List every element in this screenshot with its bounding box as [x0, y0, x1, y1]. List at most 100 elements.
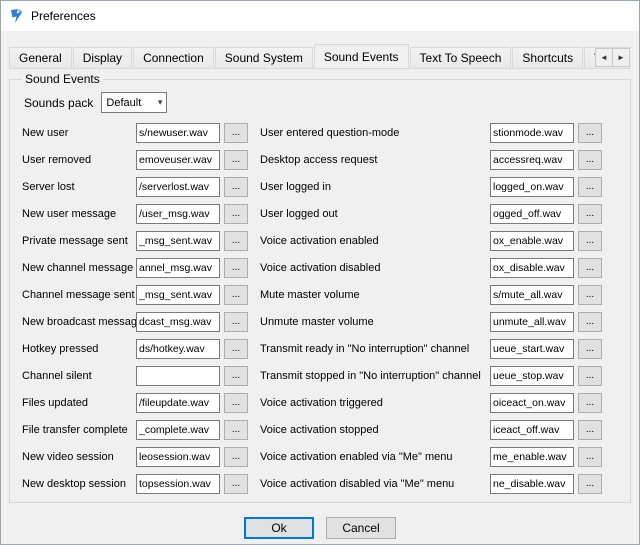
tab-text-to-speech[interactable]: Text To Speech: [410, 47, 512, 68]
sound-file-input[interactable]: [136, 366, 220, 386]
sound-file-input[interactable]: [136, 285, 220, 305]
tab-sound-events[interactable]: Sound Events: [314, 44, 409, 69]
sound-event-label: Unmute master volume: [260, 316, 490, 328]
sound-event-row: New broadcast message...: [22, 312, 248, 332]
sound-file-input[interactable]: [490, 366, 574, 386]
browse-button[interactable]: ...: [224, 204, 248, 224]
sound-file-input[interactable]: [136, 231, 220, 251]
sound-event-row: Voice activation disabled via "Me" menu.…: [260, 474, 602, 494]
browse-button[interactable]: ...: [578, 474, 602, 494]
browse-button[interactable]: ...: [578, 339, 602, 359]
sound-event-label: New channel message: [22, 262, 136, 274]
browse-button[interactable]: ...: [578, 150, 602, 170]
sound-event-row: Unmute master volume...: [260, 312, 602, 332]
browse-button[interactable]: ...: [224, 231, 248, 251]
tab-sound-system[interactable]: Sound System: [215, 47, 313, 68]
sound-file-input[interactable]: [490, 285, 574, 305]
sound-file-input[interactable]: [136, 123, 220, 143]
browse-button[interactable]: ...: [578, 123, 602, 143]
browse-button[interactable]: ...: [578, 312, 602, 332]
sound-file-input[interactable]: [490, 204, 574, 224]
browse-button[interactable]: ...: [224, 366, 248, 386]
sound-file-input[interactable]: [490, 447, 574, 467]
sound-file-input[interactable]: [136, 177, 220, 197]
browse-button[interactable]: ...: [224, 285, 248, 305]
ok-button[interactable]: Ok: [244, 517, 314, 539]
browse-button[interactable]: ...: [578, 231, 602, 251]
sound-file-input[interactable]: [136, 258, 220, 278]
sound-event-label: Voice activation disabled via "Me" menu: [260, 478, 490, 490]
chevron-down-icon: ▾: [158, 97, 163, 108]
sound-event-row: Server lost...: [22, 177, 248, 197]
tab-connection[interactable]: Connection: [133, 47, 214, 68]
browse-button[interactable]: ...: [578, 258, 602, 278]
sound-event-row: Voice activation stopped...: [260, 420, 602, 440]
browse-button[interactable]: ...: [224, 339, 248, 359]
sound-file-input[interactable]: [490, 474, 574, 494]
sound-event-row: Voice activation triggered...: [260, 393, 602, 413]
sound-event-label: Transmit stopped in "No interruption" ch…: [260, 370, 490, 382]
browse-button[interactable]: ...: [578, 177, 602, 197]
browse-button[interactable]: ...: [224, 447, 248, 467]
sound-file-input[interactable]: [136, 339, 220, 359]
browse-button[interactable]: ...: [224, 474, 248, 494]
sound-file-input[interactable]: [490, 231, 574, 251]
sounds-pack-row: Sounds pack Default ▾: [24, 92, 620, 113]
sound-file-input[interactable]: [136, 312, 220, 332]
browse-button[interactable]: ...: [224, 393, 248, 413]
sound-file-input[interactable]: [490, 123, 574, 143]
browse-button[interactable]: ...: [578, 420, 602, 440]
titlebar[interactable]: Preferences: [1, 1, 639, 31]
sound-file-input[interactable]: [136, 447, 220, 467]
sound-event-row: New desktop session...: [22, 474, 248, 494]
browse-button[interactable]: ...: [224, 123, 248, 143]
sound-file-input[interactable]: [490, 393, 574, 413]
sound-event-row: New video session...: [22, 447, 248, 467]
sound-event-label: Voice activation enabled via "Me" menu: [260, 451, 490, 463]
sound-file-input[interactable]: [490, 150, 574, 170]
tab-display[interactable]: Display: [73, 47, 132, 68]
tab-general[interactable]: General: [9, 47, 72, 68]
sounds-pack-select[interactable]: Default ▾: [101, 92, 167, 113]
browse-button[interactable]: ...: [578, 366, 602, 386]
tab-shortcuts[interactable]: Shortcuts: [512, 47, 583, 68]
browse-button[interactable]: ...: [578, 285, 602, 305]
browse-button[interactable]: ...: [224, 258, 248, 278]
sound-file-input[interactable]: [136, 204, 220, 224]
sound-file-input[interactable]: [490, 312, 574, 332]
cancel-button[interactable]: Cancel: [326, 517, 396, 539]
browse-button[interactable]: ...: [578, 447, 602, 467]
tab-scroll-right-button[interactable]: ►: [612, 48, 630, 67]
sound-file-input[interactable]: [490, 339, 574, 359]
sound-file-input[interactable]: [136, 393, 220, 413]
sound-event-label: Voice activation stopped: [260, 424, 490, 436]
browse-button[interactable]: ...: [224, 312, 248, 332]
sound-event-label: Channel silent: [22, 370, 136, 382]
browse-button[interactable]: ...: [224, 150, 248, 170]
sound-event-label: New video session: [22, 451, 136, 463]
preferences-window: Preferences GeneralDisplayConnectionSoun…: [0, 0, 640, 545]
sound-event-row: Private message sent...: [22, 231, 248, 251]
sound-event-row: User removed...: [22, 150, 248, 170]
sound-file-input[interactable]: [490, 420, 574, 440]
sound-file-input[interactable]: [136, 420, 220, 440]
sound-event-label: New user: [22, 127, 136, 139]
browse-button[interactable]: ...: [578, 204, 602, 224]
sound-file-input[interactable]: [490, 177, 574, 197]
tab-scroll-left-button[interactable]: ◄: [595, 48, 613, 67]
sound-event-label: User entered question-mode: [260, 127, 490, 139]
sound-event-row: Voice activation disabled...: [260, 258, 602, 278]
sound-event-row: Voice activation enabled...: [260, 231, 602, 251]
sound-file-input[interactable]: [136, 150, 220, 170]
sound-file-input[interactable]: [490, 258, 574, 278]
browse-button[interactable]: ...: [224, 177, 248, 197]
sound-file-input[interactable]: [136, 474, 220, 494]
browse-button[interactable]: ...: [578, 393, 602, 413]
browse-button[interactable]: ...: [224, 420, 248, 440]
dialog-buttons: Ok Cancel: [9, 517, 631, 539]
sounds-pack-value: Default: [106, 97, 141, 109]
sound-event-label: Mute master volume: [260, 289, 490, 301]
dialog-content: GeneralDisplayConnectionSound SystemSoun…: [1, 31, 639, 544]
sound-event-label: Channel message sent: [22, 289, 136, 301]
sound-event-label: Voice activation disabled: [260, 262, 490, 274]
